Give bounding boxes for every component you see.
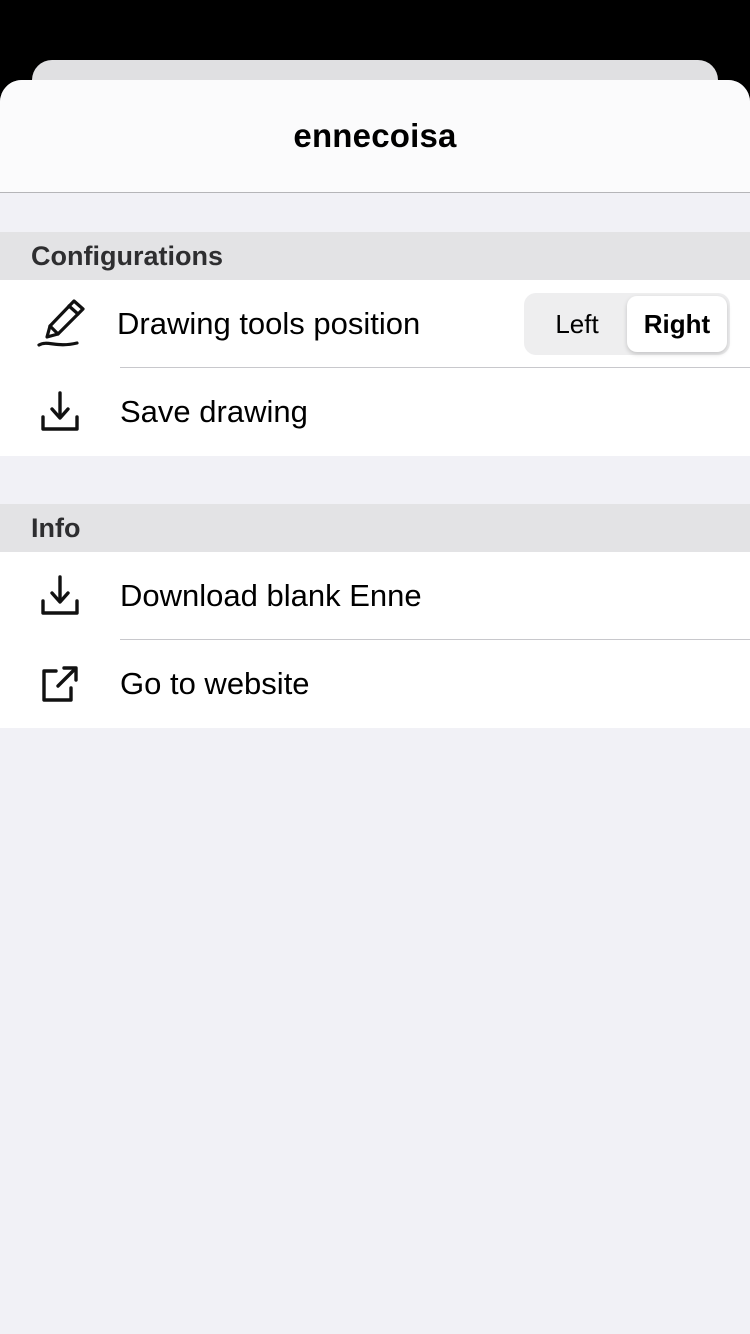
drawing-tools-position-segmented-control: Left Right	[524, 293, 730, 355]
download-blank-enne-label: Download blank Enne	[120, 578, 422, 613]
go-to-website-label: Go to website	[120, 666, 310, 701]
drawing-tools-position-row: Drawing tools position Left Right	[0, 280, 750, 368]
go-to-website-row[interactable]: Go to website	[0, 640, 750, 728]
download-icon	[0, 552, 120, 640]
segment-right[interactable]: Right	[627, 296, 727, 352]
download-blank-enne-row[interactable]: Download blank Enne	[0, 552, 750, 640]
drawing-tools-position-label: Drawing tools position	[117, 306, 421, 341]
download-icon	[0, 368, 120, 456]
nav-title: ennecoisa	[293, 117, 457, 154]
pencil-icon	[0, 280, 120, 368]
external-link-icon	[0, 640, 120, 728]
save-drawing-label: Save drawing	[120, 394, 308, 429]
section-header-configurations: Configurations	[0, 232, 750, 280]
segment-left[interactable]: Left	[527, 296, 627, 352]
configurations-group: Drawing tools position Left Right Save d…	[0, 280, 750, 456]
settings-sheet: ennecoisa Configurations Drawing tools p…	[0, 80, 750, 1334]
navigation-bar: ennecoisa	[0, 80, 750, 193]
info-group: Download blank Enne Go to website	[0, 552, 750, 728]
screen: ennecoisa Configurations Drawing tools p…	[0, 0, 750, 1334]
save-drawing-row[interactable]: Save drawing	[0, 368, 750, 456]
section-header-info: Info	[0, 504, 750, 552]
